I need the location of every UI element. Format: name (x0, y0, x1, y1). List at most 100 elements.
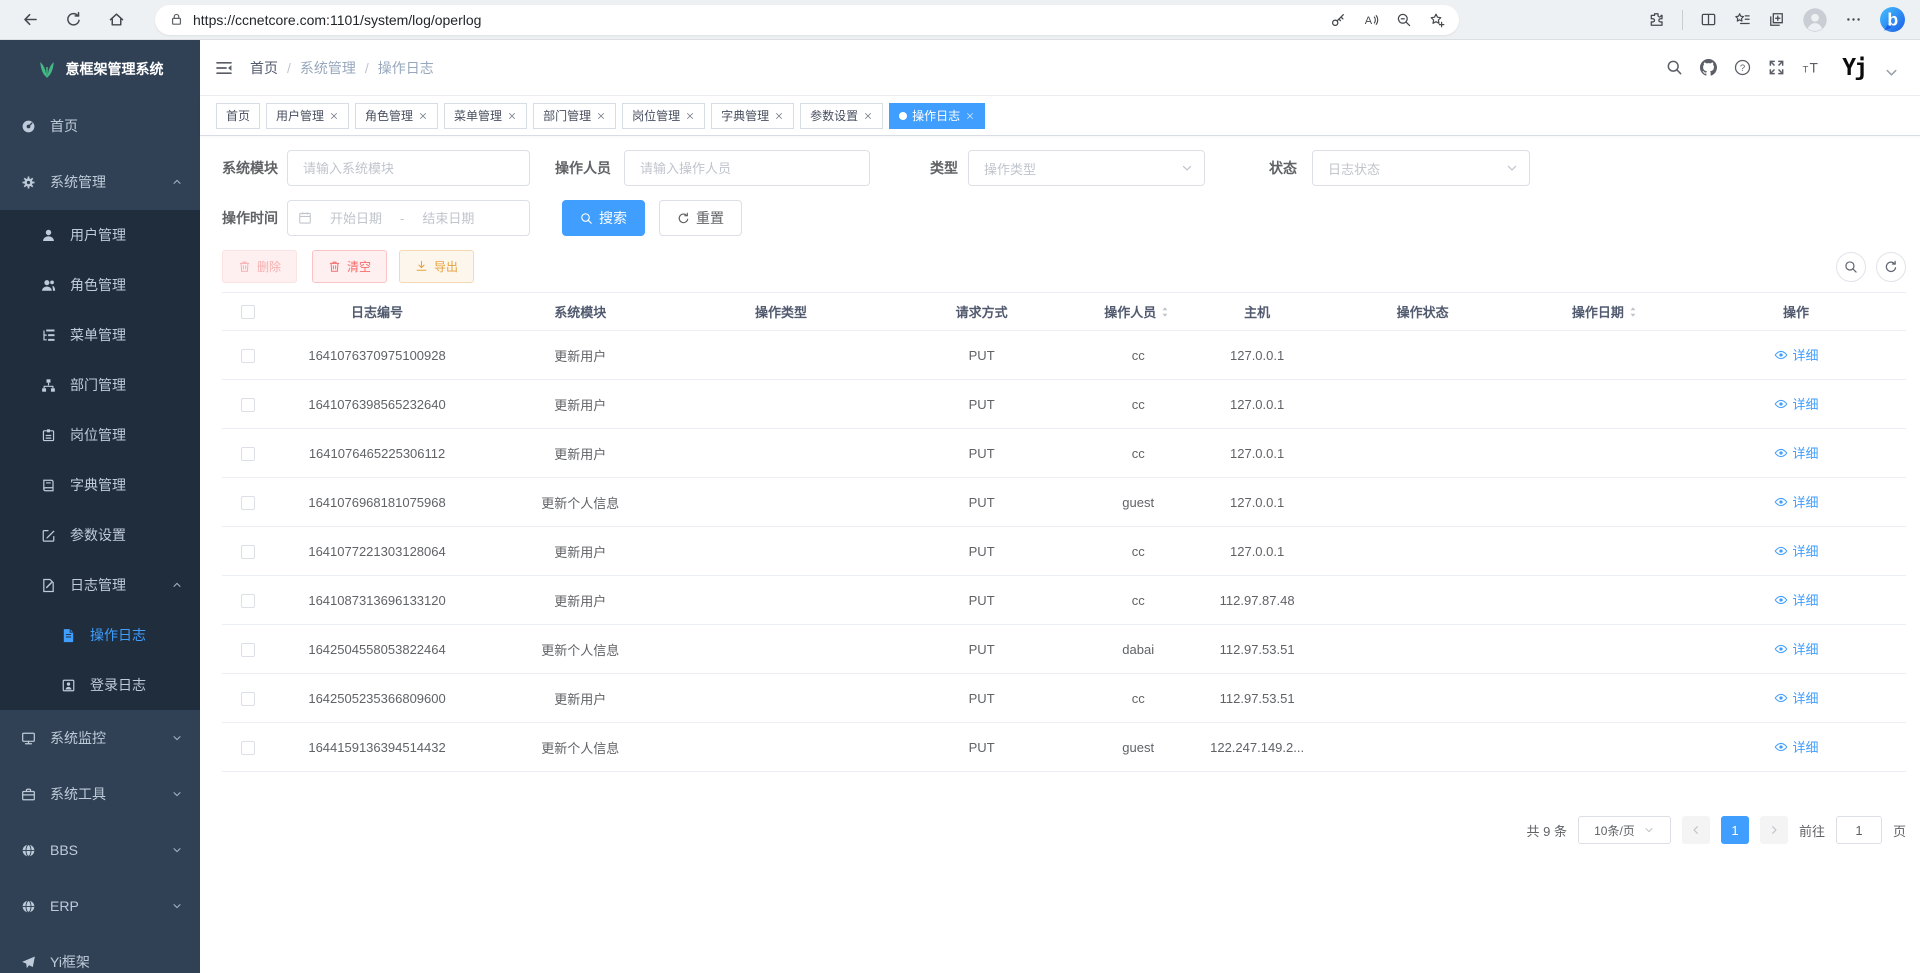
detail-link[interactable]: 详细 (1774, 443, 1819, 462)
column-header-operation-date[interactable]: 操作日期 (1526, 293, 1687, 331)
sidebar-item-dept-management[interactable]: 部门管理 (0, 360, 200, 410)
split-screen-icon[interactable] (1700, 11, 1717, 28)
help-icon[interactable]: ? (1734, 59, 1751, 76)
sidebar-item-yi-framework[interactable]: Yi框架 (0, 934, 200, 973)
zoom-out-icon[interactable] (1396, 12, 1412, 28)
app-brand[interactable]: 意框架管理系统 (0, 40, 200, 98)
search-icon[interactable] (1666, 59, 1683, 76)
column-header-operator[interactable]: 操作人员 (1082, 293, 1194, 331)
sort-icon[interactable] (1626, 305, 1640, 319)
status-select[interactable]: 日志状态 (1312, 150, 1530, 186)
sidebar-item-param-settings[interactable]: 参数设置 (0, 510, 200, 560)
sidebar-item-user-management[interactable]: 用户管理 (0, 210, 200, 260)
operator-input[interactable] (624, 150, 870, 186)
detail-link[interactable]: 详细 (1774, 590, 1819, 609)
close-icon[interactable] (965, 111, 975, 121)
detail-link[interactable]: 详细 (1774, 688, 1819, 707)
detail-link[interactable]: 详细 (1774, 639, 1819, 658)
row-checkbox[interactable] (241, 496, 255, 510)
tab-menu-management[interactable]: 菜单管理 (444, 103, 527, 129)
detail-link[interactable]: 详细 (1774, 737, 1819, 756)
delete-button[interactable]: 删除 (222, 250, 297, 283)
next-page-button[interactable] (1760, 816, 1788, 844)
sidebar-item-dict-management[interactable]: 字典管理 (0, 460, 200, 510)
url-text[interactable]: https://ccnetcore.com:1101/system/log/op… (193, 12, 481, 28)
row-checkbox[interactable] (241, 398, 255, 412)
tab-param-settings[interactable]: 参数设置 (800, 103, 883, 129)
sidebar-item-erp[interactable]: ERP (0, 878, 200, 934)
page-size-select[interactable]: 10条/页 (1578, 816, 1671, 844)
prev-page-button[interactable] (1682, 816, 1710, 844)
row-checkbox[interactable] (241, 643, 255, 657)
tab-dict-management[interactable]: 字典管理 (711, 103, 794, 129)
tab-user-management[interactable]: 用户管理 (266, 103, 349, 129)
search-button[interactable]: 搜索 (562, 200, 645, 236)
github-icon[interactable] (1700, 59, 1717, 76)
sidebar-item-role-management[interactable]: 角色管理 (0, 260, 200, 310)
start-date-input[interactable] (318, 211, 394, 226)
close-icon[interactable] (685, 111, 695, 121)
breadcrumb-home[interactable]: 首页 (250, 58, 278, 78)
collapse-sidebar-icon[interactable] (215, 59, 233, 77)
row-checkbox[interactable] (241, 447, 255, 461)
user-logo[interactable]: Yj (1842, 55, 1866, 81)
refresh-table-button[interactable] (1876, 252, 1906, 282)
row-checkbox[interactable] (241, 545, 255, 559)
address-bar[interactable]: https://ccnetcore.com:1101/system/log/op… (155, 5, 1459, 35)
close-icon[interactable] (418, 111, 428, 121)
sidebar-item-system-monitor[interactable]: 系统监控 (0, 710, 200, 766)
page-1-button[interactable]: 1 (1721, 816, 1749, 844)
reset-button[interactable]: 重置 (659, 200, 742, 236)
detail-link[interactable]: 详细 (1774, 345, 1819, 364)
row-checkbox[interactable] (241, 692, 255, 706)
goto-page-input[interactable] (1836, 816, 1882, 844)
sidebar-item-operation-log[interactable]: 操作日志 (0, 610, 200, 660)
row-checkbox[interactable] (241, 741, 255, 755)
profile-avatar[interactable] (1802, 7, 1828, 33)
tab-home[interactable]: 首页 (216, 103, 260, 129)
close-icon[interactable] (329, 111, 339, 121)
font-size-icon[interactable]: TT (1802, 59, 1819, 76)
extensions-icon[interactable] (1648, 11, 1665, 28)
detail-link[interactable]: 详细 (1774, 394, 1819, 413)
read-aloud-icon[interactable]: A (1363, 12, 1379, 28)
tab-role-management[interactable]: 角色管理 (355, 103, 438, 129)
clear-button[interactable]: 清空 (312, 250, 387, 283)
favorites-icon[interactable] (1734, 11, 1751, 28)
date-range-picker[interactable]: - (287, 200, 530, 236)
tab-operation-log[interactable]: 操作日志 (889, 103, 985, 129)
add-favorite-icon[interactable] (1429, 12, 1445, 28)
home-icon[interactable] (108, 11, 125, 28)
bing-chat-icon[interactable]: b (1879, 6, 1906, 33)
sidebar-item-login-log[interactable]: 登录日志 (0, 660, 200, 710)
type-select[interactable]: 操作类型 (968, 150, 1205, 186)
sidebar-item-log-management[interactable]: 日志管理 (0, 560, 200, 610)
select-all-checkbox[interactable] (241, 305, 255, 319)
more-options-icon[interactable] (1845, 11, 1862, 28)
sidebar-item-system-management[interactable]: 系统管理 (0, 154, 200, 210)
close-icon[interactable] (596, 111, 606, 121)
tab-dept-management[interactable]: 部门管理 (533, 103, 616, 129)
sidebar-item-post-management[interactable]: 岗位管理 (0, 410, 200, 460)
sort-icon[interactable] (1158, 305, 1172, 319)
close-icon[interactable] (863, 111, 873, 121)
user-menu-caret-icon[interactable] (1883, 64, 1900, 81)
refresh-icon[interactable] (65, 11, 82, 28)
sidebar-item-menu-management[interactable]: 菜单管理 (0, 310, 200, 360)
export-button[interactable]: 导出 (399, 250, 474, 283)
sidebar-item-home[interactable]: 首页 (0, 98, 200, 154)
detail-link[interactable]: 详细 (1774, 541, 1819, 560)
tab-post-management[interactable]: 岗位管理 (622, 103, 705, 129)
row-checkbox[interactable] (241, 349, 255, 363)
back-icon[interactable] (22, 11, 39, 28)
sidebar-item-bbs[interactable]: BBS (0, 822, 200, 878)
end-date-input[interactable] (410, 211, 486, 226)
password-key-icon[interactable] (1330, 12, 1346, 28)
collections-icon[interactable] (1768, 11, 1785, 28)
row-checkbox[interactable] (241, 594, 255, 608)
close-icon[interactable] (507, 111, 517, 121)
detail-link[interactable]: 详细 (1774, 492, 1819, 511)
close-icon[interactable] (774, 111, 784, 121)
show-search-button[interactable] (1836, 252, 1866, 282)
fullscreen-icon[interactable] (1768, 59, 1785, 76)
